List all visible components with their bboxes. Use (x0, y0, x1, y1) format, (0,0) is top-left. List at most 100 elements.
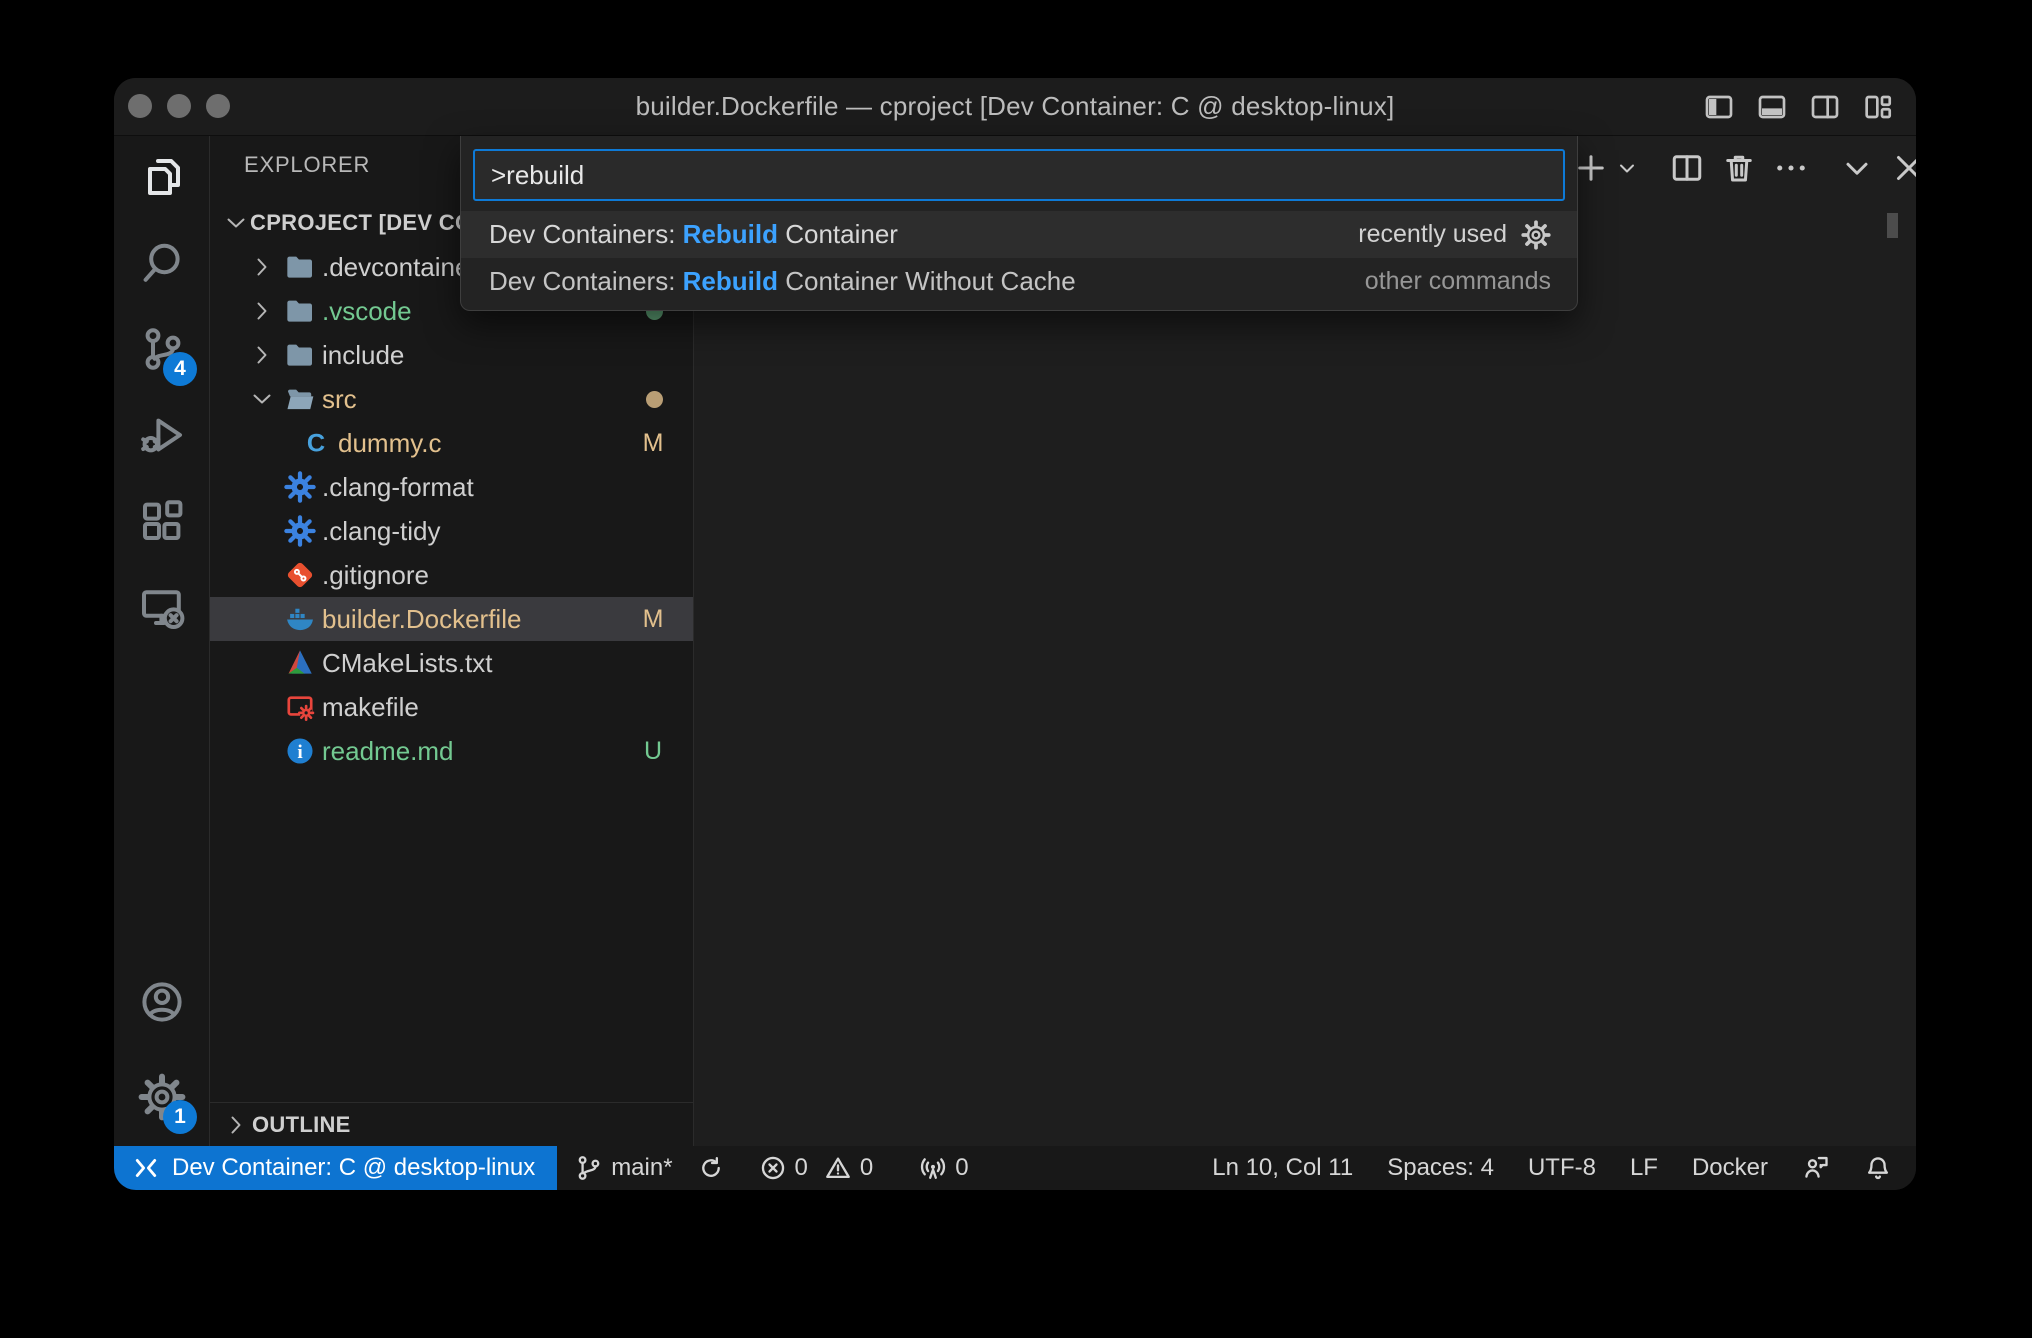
warning-icon (824, 1154, 852, 1182)
remote-icon (132, 1154, 160, 1182)
source-control-badge: 4 (163, 352, 197, 386)
tree-item-cmakelists-txt[interactable]: CMakeLists.txt (210, 641, 693, 685)
split-terminal-button[interactable] (1669, 150, 1705, 186)
vscode-window: builder.Dockerfile — cproject [Dev Conta… (114, 78, 1916, 1190)
encoding-label: UTF-8 (1528, 1154, 1596, 1182)
git-status-dot (646, 391, 663, 408)
git-icon (284, 559, 316, 591)
sync-icon (697, 1154, 725, 1182)
indentation-item[interactable]: Spaces: 4 (1370, 1146, 1511, 1190)
remote-label: Dev Container: C @ desktop-linux (172, 1154, 535, 1182)
search-tab-icon[interactable] (138, 239, 186, 287)
toggle-secondary-sidebar-button[interactable] (1809, 91, 1841, 123)
git-status-badge: M (635, 605, 671, 634)
file-label: builder.Dockerfile (322, 604, 521, 635)
gear-file-icon (284, 471, 316, 503)
problems-item[interactable]: 0 0 (747, 1146, 886, 1190)
ports-item[interactable]: 0 (907, 1146, 980, 1190)
language-mode-item[interactable]: Docker (1675, 1146, 1785, 1190)
run-debug-tab-icon[interactable] (138, 411, 186, 459)
palette-item-1[interactable]: Dev Containers: Rebuild Containerrecentl… (461, 211, 1577, 258)
tree-item-include[interactable]: include (210, 333, 693, 377)
chevron-down-icon[interactable] (250, 387, 274, 411)
tree-item-src[interactable]: src (210, 377, 693, 421)
match-highlight: Rebuild (683, 266, 778, 296)
command-palette: Dev Containers: Rebuild Containerrecentl… (460, 136, 1578, 311)
close-window-button[interactable] (128, 94, 152, 118)
git-branch-item[interactable]: main* (563, 1146, 684, 1190)
extensions-tab-icon[interactable] (138, 497, 186, 545)
radio-tower-icon (919, 1154, 947, 1182)
file-label: .vscode (322, 296, 412, 327)
hide-panel-chevron-icon[interactable] (1839, 150, 1875, 186)
outline-section[interactable]: OUTLINE (210, 1102, 693, 1146)
palette-item-2[interactable]: Dev Containers: Rebuild Container Withou… (461, 258, 1577, 305)
command-meta-label: other commands (1365, 267, 1551, 296)
window-title: builder.Dockerfile — cproject [Dev Conta… (114, 91, 1916, 122)
gear-file-icon (284, 515, 316, 547)
outline-label: OUTLINE (252, 1112, 351, 1138)
tree-item-builder-dockerfile[interactable]: builder.Dockerfile M (210, 597, 693, 641)
cursor-position-item[interactable]: Ln 10, Col 11 (1195, 1146, 1370, 1190)
sync-changes-item[interactable] (685, 1146, 737, 1190)
tree-item-dummy-c[interactable]: Cdummy.cM (210, 421, 693, 465)
folder-open-icon (284, 383, 316, 415)
file-label: makefile (322, 692, 419, 723)
svg-text:C: C (307, 430, 325, 458)
title-bar: builder.Dockerfile — cproject [Dev Conta… (114, 78, 1916, 136)
tree-item-readme-md[interactable]: ireadme.mdU (210, 729, 693, 773)
file-label: src (322, 384, 357, 415)
file-label: include (322, 340, 404, 371)
remote-indicator[interactable]: Dev Container: C @ desktop-linux (114, 1146, 557, 1190)
chevron-right-icon[interactable] (250, 343, 274, 367)
eol-label: LF (1630, 1154, 1658, 1182)
toggle-panel-button[interactable] (1756, 91, 1788, 123)
branch-label: main* (611, 1154, 672, 1182)
chevron-right-icon[interactable] (250, 299, 274, 323)
folder-icon (284, 295, 316, 327)
configure-keybinding-gear-icon[interactable] (1521, 220, 1551, 250)
indentation-label: Spaces: 4 (1387, 1154, 1494, 1182)
new-terminal-button[interactable] (1573, 150, 1609, 186)
terminal-dropdown-chevron-icon[interactable] (1615, 150, 1639, 186)
remote-explorer-tab-icon[interactable] (138, 583, 186, 631)
git-branch-icon (575, 1154, 603, 1182)
kill-terminal-button[interactable] (1721, 150, 1757, 186)
tree-item--gitignore[interactable]: .gitignore (210, 553, 693, 597)
match-highlight: Rebuild (683, 219, 778, 249)
encoding-item[interactable]: UTF-8 (1511, 1146, 1613, 1190)
chevron-right-icon[interactable] (250, 255, 274, 279)
customize-layout-button[interactable] (1862, 91, 1894, 123)
error-icon (759, 1154, 787, 1182)
tree-item-makefile[interactable]: makefile (210, 685, 693, 729)
close-panel-button[interactable] (1891, 150, 1916, 186)
file-label: dummy.c (338, 428, 442, 459)
file-label: readme.md (322, 736, 454, 767)
activity-bar: 4 1 (114, 136, 210, 1146)
command-label: Dev Containers: Rebuild Container Withou… (489, 266, 1076, 297)
command-label: Dev Containers: Rebuild Container (489, 219, 898, 250)
tree-item--clang-tidy[interactable]: .clang-tidy (210, 509, 693, 553)
language-mode-label: Docker (1692, 1154, 1768, 1182)
c-file-icon: C (300, 427, 332, 459)
scrollbar-thumb[interactable] (1887, 213, 1898, 238)
explorer-tab-icon[interactable] (138, 153, 186, 201)
traffic-lights (128, 94, 230, 118)
zoom-window-button[interactable] (206, 94, 230, 118)
notifications-item[interactable] (1847, 1146, 1916, 1190)
file-label: .devcontainer (322, 252, 478, 283)
accounts-icon[interactable] (138, 978, 186, 1026)
eol-item[interactable]: LF (1613, 1146, 1675, 1190)
info-icon: i (284, 735, 316, 767)
cmake-icon (284, 647, 316, 679)
more-actions-button[interactable] (1773, 150, 1809, 186)
minimize-window-button[interactable] (167, 94, 191, 118)
settings-badge: 1 (163, 1100, 197, 1134)
feedback-item[interactable] (1785, 1146, 1847, 1190)
file-label: .gitignore (322, 560, 429, 591)
toggle-primary-sidebar-button[interactable] (1703, 91, 1735, 123)
tree-item--clang-format[interactable]: .clang-format (210, 465, 693, 509)
error-count: 0 (795, 1154, 808, 1182)
command-input[interactable] (475, 160, 1563, 191)
layout-controls (1703, 78, 1894, 136)
